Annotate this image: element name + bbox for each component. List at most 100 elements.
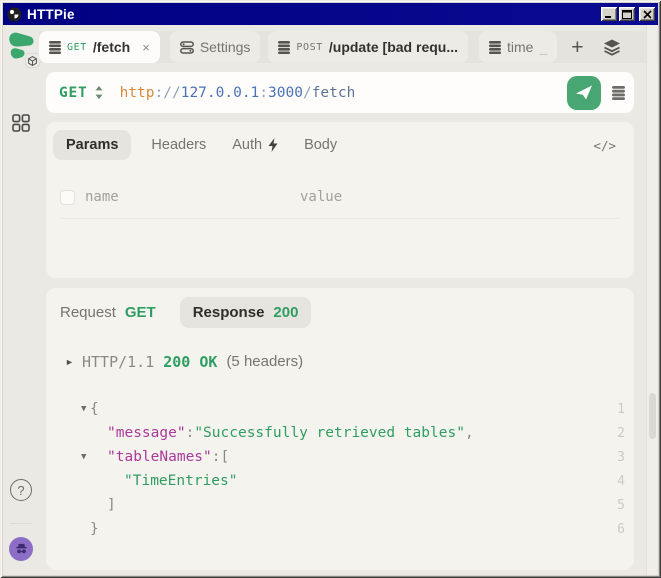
response-tab-label: Response [193,304,265,321]
url-token: http [120,85,155,101]
new-tab-button[interactable]: + [571,37,583,58]
send-button[interactable] [567,76,601,110]
collapse-arrow-icon[interactable]: ► [60,357,82,367]
param-value-input[interactable] [300,189,450,205]
exchange-tabs: Request GET Response 200 [60,296,620,328]
tab-params[interactable]: Params [53,130,131,160]
code-token: "Successfully retrieved tables" [194,425,465,441]
tab-request[interactable]: Request GET [60,304,168,321]
app-surface: ? GET /fetch × Settings [3,25,658,575]
titlebar[interactable]: HTTPie [3,3,658,25]
url-bar: GET http://127.0.0.1:3000/fetch [46,72,634,113]
tab-bar: GET /fetch × Settings POST /update [bad … [39,31,658,63]
code-view-toggle[interactable]: </> [593,138,616,153]
line-number: 5 [617,498,625,513]
database-icon [612,86,625,100]
code-token: , [465,425,474,441]
code-line: "TimeEntries"4 [60,469,620,493]
maximize-icon [622,10,632,19]
row-divider [60,218,620,219]
paper-plane-icon [575,84,593,101]
scrollbar-thumb[interactable] [649,393,656,439]
tab-settings[interactable]: Settings [170,31,261,63]
tab-overview-button[interactable] [603,39,621,56]
url-token: fetch [312,85,356,101]
layers-icon [603,39,621,56]
fold-arrow-icon[interactable]: ▼ [81,445,86,469]
request-tab-method: GET [125,304,156,321]
param-checkbox[interactable] [60,190,75,205]
line-number: 6 [617,522,625,537]
request-editor-tabs: Params Headers Auth Body </> [60,130,620,160]
line-number: 3 [617,450,625,465]
line-number: 2 [617,426,625,441]
scrollbar[interactable] [646,25,657,575]
request-options-button[interactable] [612,86,625,100]
lightning-icon [268,138,278,152]
close-icon [643,10,652,19]
line-number: 4 [617,474,625,489]
apps-grid-button[interactable] [12,114,30,132]
close-button[interactable] [639,7,655,21]
url-input[interactable]: http://127.0.0.1:3000/fetch [120,85,356,101]
code-token: : [212,449,221,465]
tab-auth-label: Auth [232,137,262,153]
minimize-icon [604,10,614,19]
code-token: "TimeEntries" [124,473,238,489]
tab-label-faded: _ [539,39,547,55]
url-token: 3000 [268,85,303,101]
code-line: ▼{1 [60,397,620,421]
sort-arrows-icon [95,86,103,99]
response-status-badge: 200 [273,304,298,321]
tab-close-icon[interactable]: × [142,40,150,55]
workspace-badge[interactable] [25,53,40,68]
user-avatar[interactable] [9,537,33,561]
code-token: : [186,425,195,441]
status-code: 200 OK [163,353,217,371]
tab-time[interactable]: time _ [479,31,557,63]
database-icon [49,41,61,54]
code-token: "tableNames" [107,449,212,465]
response-panel: Request GET Response 200 ► HTTP/1.1 200 … [46,288,634,570]
request-editor-panel: Params Headers Auth Body </> [46,122,634,278]
httpie-logo[interactable] [6,30,37,65]
fold-arrow-icon[interactable]: ▼ [81,397,86,421]
tab-method: POST [296,42,322,53]
code-line: ▼"tableNames": [3 [60,445,620,469]
url-token: : [259,85,268,101]
tab-get-fetch[interactable]: GET /fetch × [39,31,160,63]
tab-label: Settings [200,39,251,55]
grid-icon [12,114,30,132]
protocol: HTTP/1.1 [82,353,154,371]
code-token: [ [221,449,230,465]
help-button[interactable]: ? [10,479,32,501]
tab-body[interactable]: Body [304,137,337,153]
method-selector[interactable]: GET [59,85,103,101]
tab-path: /fetch [93,39,130,55]
sidebar-divider [10,523,32,524]
response-body: ▼{1 "message": "Successfully retrieved ta… [60,397,620,541]
method-label: GET [59,85,88,101]
maximize-button[interactable] [619,7,635,21]
cube-icon [28,56,37,66]
status-line[interactable]: ► HTTP/1.1 200 OK (5 headers) [60,350,620,373]
tab-post-update[interactable]: POST /update [bad requ... [268,31,468,63]
code-token: ] [107,497,116,513]
tab-method: GET [67,42,87,53]
tab-response[interactable]: Response 200 [180,297,312,328]
database-icon [278,41,290,54]
help-icon: ? [17,483,24,498]
tab-path: /update [bad requ... [329,39,458,55]
param-name-input[interactable] [85,189,235,205]
request-tab-label: Request [60,304,116,321]
code-token: "message" [107,425,186,441]
tab-headers[interactable]: Headers [151,137,206,153]
tab-auth[interactable]: Auth [232,137,278,153]
main-content: GET /fetch × Settings POST /update [bad … [39,25,658,575]
settings-icon [180,41,194,54]
line-number: 1 [617,402,625,417]
minimize-button[interactable] [601,7,617,21]
tab-label: time [507,39,533,55]
app-icon [7,7,22,22]
headers-count: (5 headers) [226,353,303,370]
